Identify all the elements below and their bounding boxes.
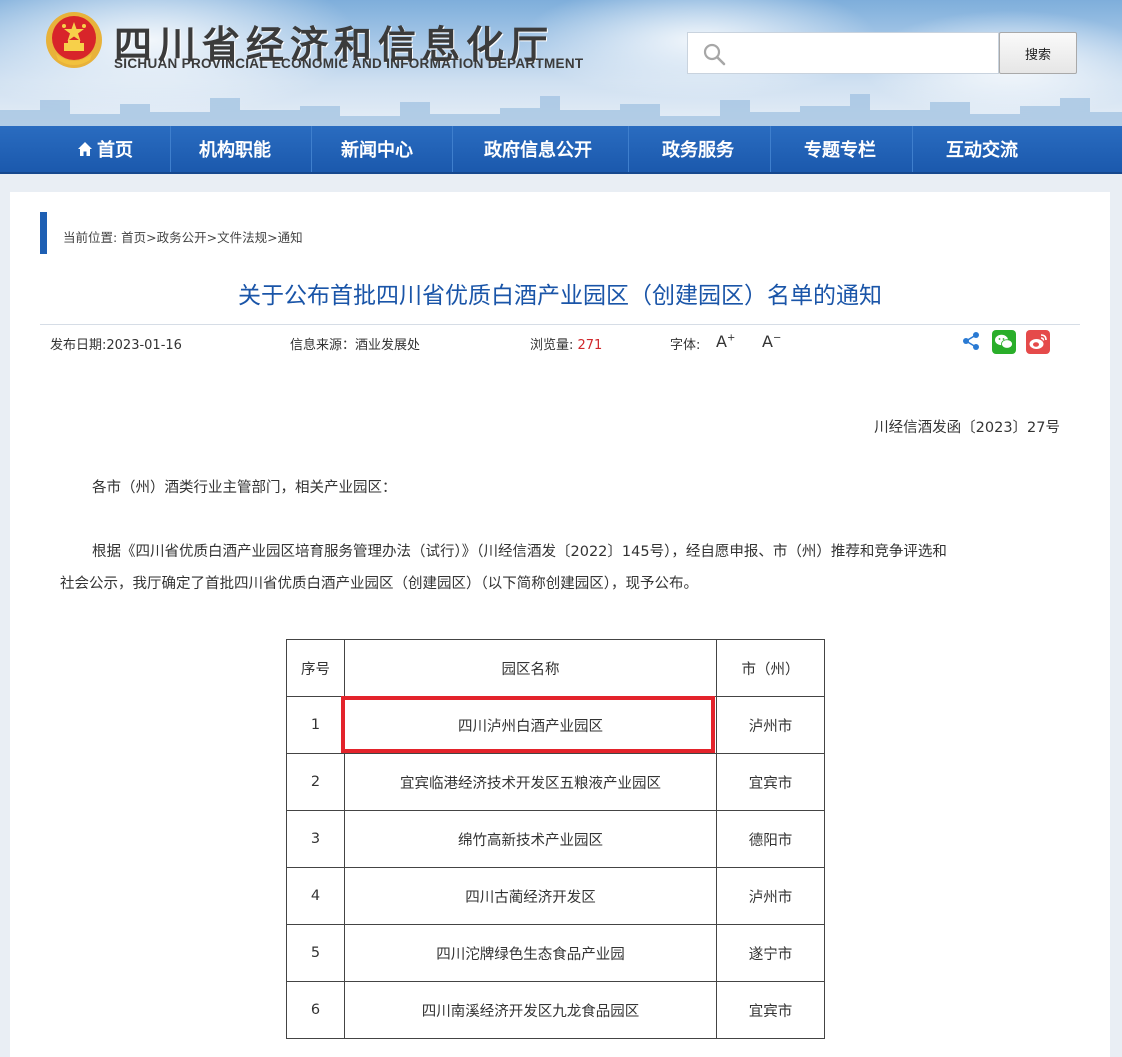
search-button[interactable]: 搜索	[999, 32, 1077, 74]
table-row: 6 四川南溪经济开发区九龙食品园区 宜宾市	[286, 981, 825, 1039]
table-cell-index: 2	[286, 753, 345, 811]
nav-divider	[452, 126, 453, 172]
info-source-label: 信息来源：	[290, 338, 356, 353]
main-nav: 首页 机构职能 新闻中心 政府信息公开 政务服务 专题专栏 互动交流	[0, 126, 1122, 174]
plus-icon: +	[726, 332, 736, 344]
table-cell-park: 绵竹高新技术产业园区	[344, 810, 717, 868]
search-box	[687, 32, 999, 74]
home-icon	[78, 142, 92, 156]
table-cell-city: 遂宁市	[716, 924, 825, 982]
wechat-icon[interactable]	[992, 330, 1016, 354]
body-paragraph-line2: 社会公示，我厅确定了首批四川省优质白酒产业园区（创建园区）（以下简称创建园区），…	[60, 576, 698, 592]
article-title: 关于公布首批四川省优质白酒产业园区（创建园区）名单的通知	[238, 283, 882, 309]
nav-item-label: 首页	[97, 140, 133, 161]
search-icon	[703, 43, 726, 66]
minus-icon: −	[772, 332, 782, 344]
table-row: 5 四川沱牌绿色生态食品产业园 遂宁市	[286, 924, 825, 982]
font-increase-label: A	[716, 332, 727, 351]
view-count-value: 271	[577, 338, 603, 353]
table-cell-park: 四川沱牌绿色生态食品产业园	[344, 924, 717, 982]
view-count-label: 浏览量:	[530, 338, 578, 353]
view-count: 浏览量: 271	[530, 334, 602, 353]
info-source-value: 酒业发展处	[355, 338, 421, 353]
table-cell-index: 4	[286, 867, 345, 925]
share-icon[interactable]	[960, 330, 982, 352]
nav-item-news[interactable]: 新闻中心	[306, 126, 448, 172]
table-row: 3 绵竹高新技术产业园区 德阳市	[286, 810, 825, 868]
table-cell-index: 3	[286, 810, 345, 868]
nav-item-organization[interactable]: 机构职能	[164, 126, 306, 172]
salutation: 各市（州）酒类行业主管部门，相关产业园区：	[92, 480, 397, 496]
table-cell-park: 宜宾临港经济技术开发区五粮液产业园区	[344, 753, 717, 811]
table-header-row: 序号 园区名称 市（州）	[286, 639, 825, 697]
publish-date: 发布日期:2023-01-16	[50, 334, 182, 353]
table-cell-index: 6	[286, 981, 345, 1039]
info-source: 信息来源：酒业发展处	[290, 334, 420, 353]
font-increase-button[interactable]: A+	[716, 332, 735, 351]
table-cell-park: 四川南溪经济开发区九龙食品园区	[344, 981, 717, 1039]
table-header-cell: 园区名称	[344, 639, 717, 697]
nav-item-home[interactable]: 首页	[34, 126, 176, 172]
search-input[interactable]	[734, 41, 990, 65]
font-size-label: 字体:	[670, 338, 701, 353]
table-cell-city: 泸州市	[716, 696, 825, 754]
article-panel: 当前位置: 首页>政务公开>文件法规>通知 关于公布首批四川省优质白酒产业园区（…	[10, 192, 1110, 1057]
breadcrumb[interactable]: 当前位置: 首页>政务公开>文件法规>通知	[63, 227, 303, 246]
nav-item-topics[interactable]: 专题专栏	[769, 126, 911, 172]
highlight-box	[341, 696, 715, 753]
table-header-cell: 序号	[286, 639, 345, 697]
site-header: 四川省经济和信息化厅 SICHUAN PROVINCIAL ECONOMIC A…	[0, 0, 1122, 126]
font-decrease-label: A	[762, 332, 773, 351]
body-paragraph-line1: 根据《四川省优质白酒产业园区培育服务管理办法（试行）》（川经信酒发〔2022〕1…	[92, 544, 947, 560]
table-cell-index: 1	[286, 696, 345, 754]
table-cell-park: 四川古蔺经济开发区	[344, 867, 717, 925]
weibo-icon[interactable]	[1026, 330, 1050, 354]
document-number: 川经信酒发函〔2023〕27号	[874, 420, 1060, 436]
site-name-en: SICHUAN PROVINCIAL ECONOMIC AND INFORMAT…	[114, 56, 584, 71]
publish-date-label: 发布日期:	[50, 338, 107, 353]
table-header-cell: 市（州）	[716, 639, 825, 697]
table-cell-city: 德阳市	[716, 810, 825, 868]
nav-item-interaction[interactable]: 互动交流	[911, 126, 1053, 172]
table-cell-city: 宜宾市	[716, 981, 825, 1039]
publish-date-value: 2023-01-16	[106, 338, 182, 353]
table-row: 2 宜宾临港经济技术开发区五粮液产业园区 宜宾市	[286, 753, 825, 811]
table-cell-city: 宜宾市	[716, 753, 825, 811]
table-cell-index: 5	[286, 924, 345, 982]
font-decrease-button[interactable]: A−	[762, 332, 781, 351]
meta-divider	[40, 324, 1080, 325]
nav-item-services[interactable]: 政务服务	[627, 126, 769, 172]
breadcrumb-marker	[40, 212, 47, 254]
nav-item-gov-info[interactable]: 政府信息公开	[467, 126, 609, 172]
national-emblem-icon	[46, 12, 102, 68]
city-skyline-decoration	[0, 94, 1122, 126]
table-cell-city: 泸州市	[716, 867, 825, 925]
table-row: 4 四川古蔺经济开发区 泸州市	[286, 867, 825, 925]
